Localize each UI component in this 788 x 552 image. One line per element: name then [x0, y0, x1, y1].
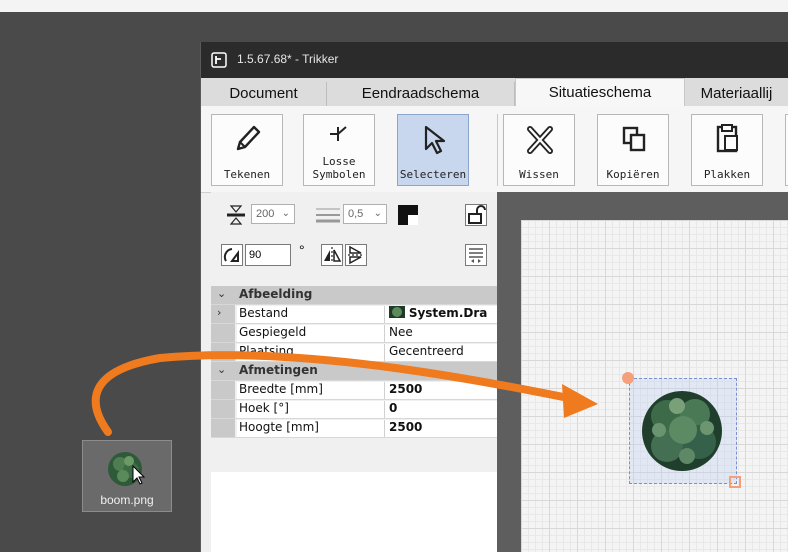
prop-row-bestand[interactable]: › Bestand System.Dra: [211, 305, 497, 324]
row-gutter: [211, 419, 235, 437]
selecteren-label: Selecteren: [399, 168, 467, 181]
window-title: 1.5.67.68* - Trikker: [237, 52, 339, 66]
align-button[interactable]: [465, 244, 487, 266]
rotate-handle[interactable]: [622, 372, 634, 384]
property-grid: ⌄ Afbeelding › Bestand System.Dra Gespie…: [211, 286, 497, 438]
line-size-dropdown[interactable]: 200 ⌄: [251, 204, 295, 224]
pencil-icon: [236, 125, 261, 151]
line-width-value: 0,5: [348, 208, 364, 220]
switch-symbol-icon: [330, 126, 347, 141]
tab-materiaallijst[interactable]: Materiaallij: [685, 82, 788, 106]
prop-row-hoogte[interactable]: Hoogte [mm] 2500: [211, 419, 497, 438]
selecteren-button[interactable]: Selecteren: [397, 114, 469, 186]
tab-bar: Document Eendraadschema Situatieschema M…: [201, 78, 788, 106]
color-swatch-icon[interactable]: [397, 204, 419, 226]
delete-x-icon: [527, 126, 553, 154]
row-gutter: [211, 343, 235, 361]
lock-button[interactable]: [465, 204, 487, 226]
image-thumb-icon: [389, 306, 405, 318]
resize-handle[interactable]: [729, 476, 741, 488]
plaatsing-label: Plaatsing: [237, 344, 385, 361]
property-description-area: [211, 472, 497, 552]
chevron-down-icon: ⌄: [217, 363, 227, 376]
plakken-label: Plakken: [703, 168, 751, 181]
row-gutter: [211, 324, 235, 342]
breedte-value[interactable]: 2500: [385, 382, 497, 399]
paste-icon: [716, 124, 738, 153]
copy-icon: [622, 126, 646, 152]
plaatsing-value[interactable]: Gecentreerd: [385, 344, 497, 361]
gespiegeld-label: Gespiegeld: [237, 325, 385, 342]
file-name-label: boom.png: [100, 493, 154, 507]
wissen-label: Wissen: [519, 168, 559, 181]
losse-label-line2: Symbolen: [312, 168, 366, 181]
category-afmetingen[interactable]: ⌄ Afmetingen: [211, 362, 497, 381]
bestand-label: Bestand: [237, 306, 385, 323]
category-afbeelding[interactable]: ⌄ Afbeelding: [211, 286, 497, 305]
losse-symbolen-button[interactable]: Losse Symbolen: [303, 114, 375, 186]
plakken-button[interactable]: Plakken: [691, 114, 763, 186]
chevron-right-icon: ›: [217, 306, 222, 319]
mirror-vertical-icon: [348, 245, 364, 265]
line-width-dropdown[interactable]: 0,5 ⌄: [343, 204, 387, 224]
kopieren-button[interactable]: Kopiëren: [597, 114, 669, 186]
degree-symbol: °: [299, 242, 305, 258]
line-style-row: 200 ⌄ 0,5 ⌄: [215, 196, 495, 234]
breedte-label: Breedte [mm]: [237, 382, 385, 399]
bestand-value-cell[interactable]: System.Dra: [385, 306, 497, 323]
prop-row-breedte[interactable]: Breedte [mm] 2500: [211, 381, 497, 400]
prop-row-hoek[interactable]: Hoek [°] 0: [211, 400, 497, 419]
ribbon-separator: [497, 114, 498, 186]
trikker-window: 1.5.67.68* - Trikker Document Eendraadsc…: [200, 42, 788, 552]
select-cursor-icon: [424, 125, 446, 155]
rotation-input[interactable]: 90: [245, 244, 291, 266]
hoogte-value[interactable]: 2500: [385, 420, 497, 437]
category-afmetingen-label: Afmetingen: [239, 363, 318, 377]
tab-document[interactable]: Document: [201, 82, 327, 106]
prop-row-plaatsing[interactable]: Plaatsing Gecentreerd: [211, 343, 497, 362]
tree-thumbnail-icon: [103, 448, 149, 490]
gespiegeld-value[interactable]: Nee: [385, 325, 497, 342]
line-size-icon: [227, 205, 245, 225]
line-width-icon: [316, 208, 340, 223]
rotate-button[interactable]: [221, 244, 243, 266]
row-gutter: [211, 400, 235, 418]
row-gutter: [211, 381, 235, 399]
transform-row: 90 °: [215, 238, 495, 276]
chevron-down-icon: ⌄: [217, 287, 227, 300]
kopieren-label: Kopiëren: [606, 168, 660, 181]
hoogte-label: Hoogte [mm]: [237, 420, 385, 437]
ribbon: Tekenen Losse Symbolen Selecteren Wissen: [201, 106, 788, 193]
left-panel: 200 ⌄ 0,5 ⌄ 90 ° ⌄ Afbeelding › Bestand …: [211, 192, 498, 552]
desktop-top-strip: [0, 0, 788, 12]
tab-eendraadschema[interactable]: Eendraadschema: [327, 82, 515, 106]
line-size-value: 200: [256, 208, 275, 220]
chevron-down-icon: ⌄: [281, 208, 290, 219]
desktop-file-boom[interactable]: boom.png: [82, 440, 172, 512]
wissen-button[interactable]: Wissen: [503, 114, 575, 186]
align-options-icon: [469, 248, 483, 263]
chevron-down-icon: ⌄: [373, 208, 382, 219]
tree-image[interactable]: [637, 386, 727, 476]
losse-label-line1: Losse: [322, 155, 356, 168]
app-icon: [211, 52, 227, 68]
mirror-vertical-button[interactable]: [345, 244, 367, 266]
row-gutter: ›: [211, 305, 235, 323]
tab-situatieschema[interactable]: Situatieschema: [515, 78, 685, 106]
mirror-horizontal-icon: [324, 247, 342, 263]
drawing-canvas-area[interactable]: [497, 192, 788, 552]
hoek-value[interactable]: 0: [385, 401, 497, 418]
unlock-icon: [468, 205, 486, 224]
losse-symbolen-label: Losse Symbolen: [304, 155, 374, 181]
mirror-horizontal-button[interactable]: [321, 244, 343, 266]
prop-row-gespiegeld[interactable]: Gespiegeld Nee: [211, 324, 497, 343]
bestand-value: System.Dra: [408, 306, 488, 320]
category-afbeelding-label: Afbeelding: [239, 287, 313, 301]
tekenen-button[interactable]: Tekenen: [211, 114, 283, 186]
titlebar: 1.5.67.68* - Trikker: [201, 42, 788, 78]
hoek-label: Hoek [°]: [237, 401, 385, 418]
rotate-icon: [223, 248, 239, 262]
drawing-sheet[interactable]: [521, 220, 788, 552]
tekenen-label: Tekenen: [223, 168, 271, 181]
